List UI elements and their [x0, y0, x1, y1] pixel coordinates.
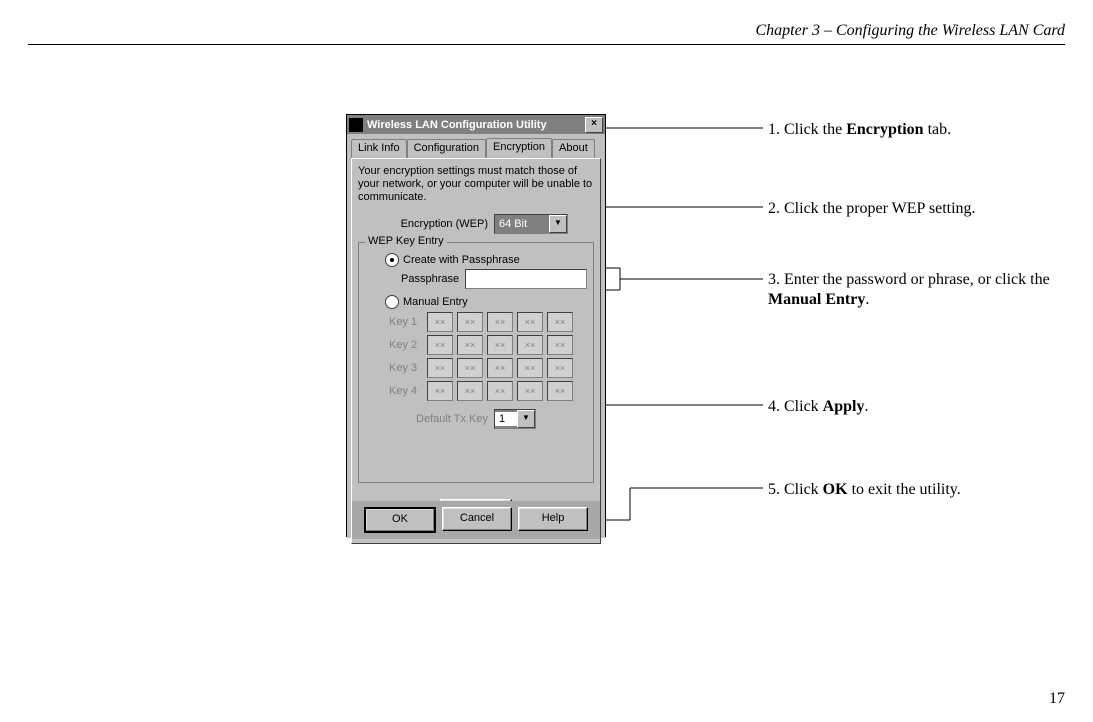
chevron-down-icon[interactable]: ▼ — [517, 410, 535, 428]
titlebar[interactable]: Wireless LAN Configuration Utility × — [347, 115, 605, 134]
key4-cell[interactable]: ×× — [547, 381, 573, 401]
key1-cell[interactable]: ×× — [547, 312, 573, 332]
key2-cell[interactable]: ×× — [517, 335, 543, 355]
window-title: Wireless LAN Configuration Utility — [367, 119, 585, 131]
key-row-2: Key 2 ×× ×× ×× ×× ×× — [389, 335, 587, 355]
tab-encryption[interactable]: Encryption — [486, 138, 552, 158]
dialog-window: Wireless LAN Configuration Utility × Lin… — [346, 114, 606, 537]
callout-4: 4. Click Apply. — [768, 397, 1048, 417]
default-tx-value: 1 — [495, 412, 517, 426]
page-header-chapter: Chapter 3 – Configuring the Wireless LAN… — [756, 22, 1066, 40]
key1-cell[interactable]: ×× — [427, 312, 453, 332]
intro-text: Your encryption settings must match thos… — [358, 165, 594, 204]
page-number: 17 — [1049, 690, 1065, 708]
tab-strip: Link Info Configuration Encryption About — [351, 138, 601, 158]
ok-button[interactable]: OK — [364, 507, 436, 533]
key4-cell[interactable]: ×× — [517, 381, 543, 401]
header-rule — [28, 44, 1065, 45]
default-tx-select[interactable]: 1 ▼ — [494, 409, 536, 429]
key1-label: Key 1 — [389, 316, 427, 328]
tab-link-info[interactable]: Link Info — [351, 139, 407, 159]
wep-label: Encryption (WEP) — [384, 218, 494, 230]
default-tx-label: Default Tx Key — [416, 413, 494, 425]
radio-passphrase[interactable] — [385, 253, 399, 267]
key1-cell[interactable]: ×× — [457, 312, 483, 332]
callout-2: 2. Click the proper WEP setting. — [768, 199, 1048, 219]
help-button[interactable]: Help — [518, 507, 588, 531]
key1-cell[interactable]: ×× — [487, 312, 513, 332]
close-icon[interactable]: × — [585, 117, 603, 133]
callout-5: 5. Click OK to exit the utility. — [768, 480, 1048, 500]
wep-key-entry-group: WEP Key Entry Create with Passphrase Pas… — [358, 242, 594, 483]
key1-cell[interactable]: ×× — [517, 312, 543, 332]
chevron-down-icon[interactable]: ▼ — [549, 215, 567, 233]
wep-select-value: 64 Bit — [495, 217, 549, 231]
key2-cell[interactable]: ×× — [487, 335, 513, 355]
key3-cell[interactable]: ×× — [487, 358, 513, 378]
key-row-3: Key 3 ×× ×× ×× ×× ×× — [389, 358, 587, 378]
key3-cell[interactable]: ×× — [457, 358, 483, 378]
key3-cell[interactable]: ×× — [517, 358, 543, 378]
callout-3: 3. Enter the password or phrase, or clic… — [768, 270, 1058, 310]
key3-label: Key 3 — [389, 362, 427, 374]
dialog-button-row: OK Cancel Help — [352, 501, 600, 539]
tab-configuration[interactable]: Configuration — [407, 139, 486, 159]
tab-about[interactable]: About — [552, 139, 595, 159]
key4-cell[interactable]: ×× — [487, 381, 513, 401]
radio-manual[interactable] — [385, 295, 399, 309]
key2-cell[interactable]: ×× — [457, 335, 483, 355]
passphrase-label: Passphrase — [401, 273, 465, 285]
wep-select[interactable]: 64 Bit ▼ — [494, 214, 568, 234]
radio-manual-label: Manual Entry — [403, 296, 468, 308]
key2-cell[interactable]: ×× — [427, 335, 453, 355]
system-icon — [349, 118, 363, 132]
tab-page-encryption: Your encryption settings must match thos… — [351, 158, 601, 544]
key-row-4: Key 4 ×× ×× ×× ×× ×× — [389, 381, 587, 401]
key4-cell[interactable]: ×× — [427, 381, 453, 401]
cancel-button[interactable]: Cancel — [442, 507, 512, 531]
group-legend: WEP Key Entry — [365, 235, 447, 247]
callout-1: 1. Click the Encryption tab. — [768, 120, 1048, 140]
key3-cell[interactable]: ×× — [427, 358, 453, 378]
key-row-1: Key 1 ×× ×× ×× ×× ×× — [389, 312, 587, 332]
radio-passphrase-label: Create with Passphrase — [403, 254, 520, 266]
passphrase-input[interactable] — [465, 269, 587, 289]
key2-cell[interactable]: ×× — [547, 335, 573, 355]
key4-cell[interactable]: ×× — [457, 381, 483, 401]
key3-cell[interactable]: ×× — [547, 358, 573, 378]
key4-label: Key 4 — [389, 385, 427, 397]
key2-label: Key 2 — [389, 339, 427, 351]
